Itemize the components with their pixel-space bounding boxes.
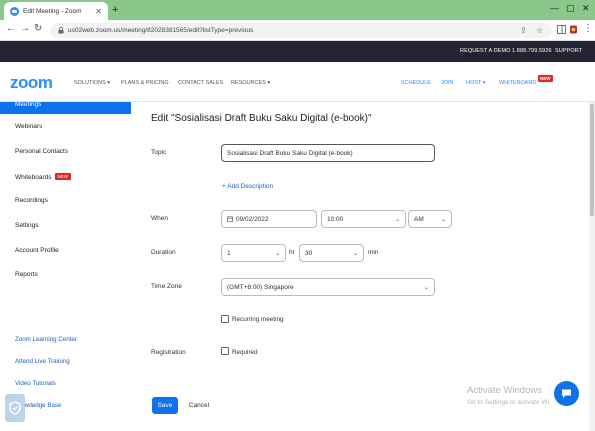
whiteboards-new-badge: NEW	[54, 173, 71, 180]
calendar-icon	[227, 216, 233, 222]
activate-windows-subtext: Go to Settings to activate Wi	[467, 399, 550, 406]
tab-close-icon[interactable]: ✕	[95, 7, 102, 16]
sidebar-item-account-profile[interactable]: Account Profile	[15, 247, 59, 254]
ampm-value: AM	[414, 215, 424, 223]
nav-join[interactable]: JOIN	[441, 80, 454, 86]
main-nav: zoom SOLUTIONS ▾ PLANS & PRICING CONTACT…	[0, 62, 595, 102]
registration-required-checkbox[interactable]	[221, 347, 229, 355]
nav-host[interactable]: HOST ▾	[466, 80, 485, 86]
request-demo-link[interactable]: REQUEST A DEMO	[460, 48, 511, 54]
when-label: When	[151, 215, 168, 222]
sidebar-item-webinars[interactable]: Webinars	[15, 123, 42, 130]
reload-icon[interactable]: ↻	[34, 23, 42, 34]
zoom-logo[interactable]: zoom	[10, 73, 53, 93]
duration-minutes-select[interactable]: 30 ⌄	[299, 244, 364, 262]
phone-number: 1.888.799.5926	[512, 48, 552, 54]
nav-resources[interactable]: RESOURCES ▾	[231, 80, 270, 86]
nav-schedule[interactable]: SCHEDULE	[401, 80, 431, 86]
link-learning-center[interactable]: Zoom Learning Center	[15, 336, 77, 343]
sidebar-item-label: Meetings	[15, 102, 42, 108]
activate-windows-watermark: Activate Windows	[467, 385, 542, 396]
chat-button[interactable]	[554, 381, 579, 406]
tab-title: Edit Meeting - Zoom	[23, 7, 82, 15]
browser-tab[interactable]: Edit Meeting - Zoom ✕	[4, 2, 108, 20]
nav-whiteboard[interactable]: WHITEBOARD	[499, 80, 536, 86]
recurring-label[interactable]: Recurring meeting	[232, 316, 283, 323]
topic-input[interactable]: Sosialisasi Draft Buku Saku Digital (e-b…	[221, 144, 435, 162]
time-select[interactable]: 10:00 ⌄	[321, 210, 406, 228]
sidebar-item-recordings[interactable]: Recordings	[15, 197, 48, 204]
zoom-topbar: REQUEST A DEMO 1.888.799.5926 SUPPORT	[0, 41, 595, 62]
date-value: 09/02/2022	[236, 215, 269, 223]
chevron-down-icon: ⌄	[274, 251, 280, 257]
nav-plans[interactable]: PLANS & PRICING	[121, 80, 169, 86]
sidebar-item-meetings[interactable]: Meetings	[0, 102, 131, 114]
browser-tabstrip: Edit Meeting - Zoom ✕ + — ▢ ✕	[0, 0, 595, 20]
timezone-label: Time Zone	[151, 283, 182, 290]
sidebar-item-label: Whiteboards	[15, 174, 52, 181]
zoom-favicon-icon	[10, 6, 19, 16]
chevron-down-icon: ⌄	[423, 285, 429, 291]
address-bar: ← → ↻ us02web.zoom.us/meeting/8202838156…	[0, 20, 595, 41]
chevron-down-icon: ⌄	[352, 251, 358, 257]
min-label: min	[368, 249, 379, 256]
save-button[interactable]: Save	[152, 397, 178, 414]
bookmark-star-icon[interactable]: ☆	[536, 23, 543, 38]
scrollbar-thumb[interactable]	[590, 104, 594, 216]
forward-icon[interactable]: →	[20, 23, 30, 34]
timezone-value: (GMT+8:00) Singapore	[227, 283, 294, 291]
support-link[interactable]: SUPPORT	[555, 48, 582, 54]
chevron-down-icon: ⌄	[394, 217, 400, 223]
lock-icon	[58, 27, 64, 34]
topic-value: Sosialisasi Draft Buku Saku Digital (e-b…	[227, 149, 353, 157]
sidebar: Meetings Webinars Personal Contacts Whit…	[0, 102, 131, 431]
whiteboard-new-badge: NEW	[538, 75, 553, 82]
extension-icon[interactable]	[569, 25, 578, 34]
date-picker[interactable]: 09/02/2022	[221, 210, 317, 228]
maximize-icon[interactable]: ▢	[566, 3, 575, 14]
sidebar-item-settings[interactable]: Settings	[15, 222, 39, 229]
ampm-select[interactable]: AM ⌄	[408, 210, 452, 228]
page-title: Edit "Sosialisasi Draft Buku Saku Digita…	[151, 113, 372, 124]
duration-hours-select[interactable]: 1 ⌄	[221, 244, 286, 262]
chat-icon	[562, 389, 571, 398]
url-text: us02web.zoom.us/meeting/82028381565/edit…	[68, 27, 254, 34]
nav-contact-sales[interactable]: CONTACT SALES	[178, 80, 223, 86]
required-label[interactable]: Required	[232, 349, 258, 356]
share-icon[interactable]: ⇪	[520, 23, 527, 38]
link-live-training[interactable]: Attend Live Training	[15, 358, 70, 365]
sidebar-item-personal-contacts[interactable]: Personal Contacts	[15, 148, 68, 155]
main-content: Edit "Sosialisasi Draft Buku Saku Digita…	[131, 102, 595, 431]
menu-kebab-icon[interactable]: ⋮	[583, 23, 593, 34]
security-shield-icon[interactable]	[5, 394, 25, 422]
sidebar-item-reports[interactable]: Reports	[15, 271, 38, 278]
cancel-button[interactable]: Cancel	[183, 397, 215, 414]
link-video-tutorials[interactable]: Video Tutorials	[15, 380, 56, 387]
url-field[interactable]: us02web.zoom.us/meeting/82028381565/edit…	[50, 23, 552, 38]
hr-label: hr	[289, 249, 295, 256]
sidebar-item-whiteboards[interactable]: Whiteboards NEW	[15, 173, 71, 181]
minimize-icon[interactable]: —	[550, 3, 559, 13]
topic-label: Topic	[151, 149, 167, 156]
duration-hours-value: 1	[227, 249, 231, 257]
add-description-link[interactable]: + Add Description	[222, 183, 273, 190]
registration-label: Registration	[151, 349, 186, 356]
timezone-select[interactable]: (GMT+8:00) Singapore ⌄	[221, 278, 435, 296]
window-close-icon[interactable]: ✕	[582, 3, 590, 14]
recurring-checkbox[interactable]	[221, 315, 229, 323]
new-tab-icon[interactable]: +	[112, 4, 118, 16]
duration-label: Duration	[151, 249, 176, 256]
back-icon[interactable]: ←	[6, 23, 16, 34]
chevron-down-icon: ⌄	[440, 217, 446, 223]
sidepanel-icon[interactable]	[557, 25, 566, 34]
duration-minutes-value: 30	[305, 249, 313, 257]
nav-solutions[interactable]: SOLUTIONS ▾	[74, 80, 110, 86]
time-value: 10:00	[327, 215, 344, 223]
